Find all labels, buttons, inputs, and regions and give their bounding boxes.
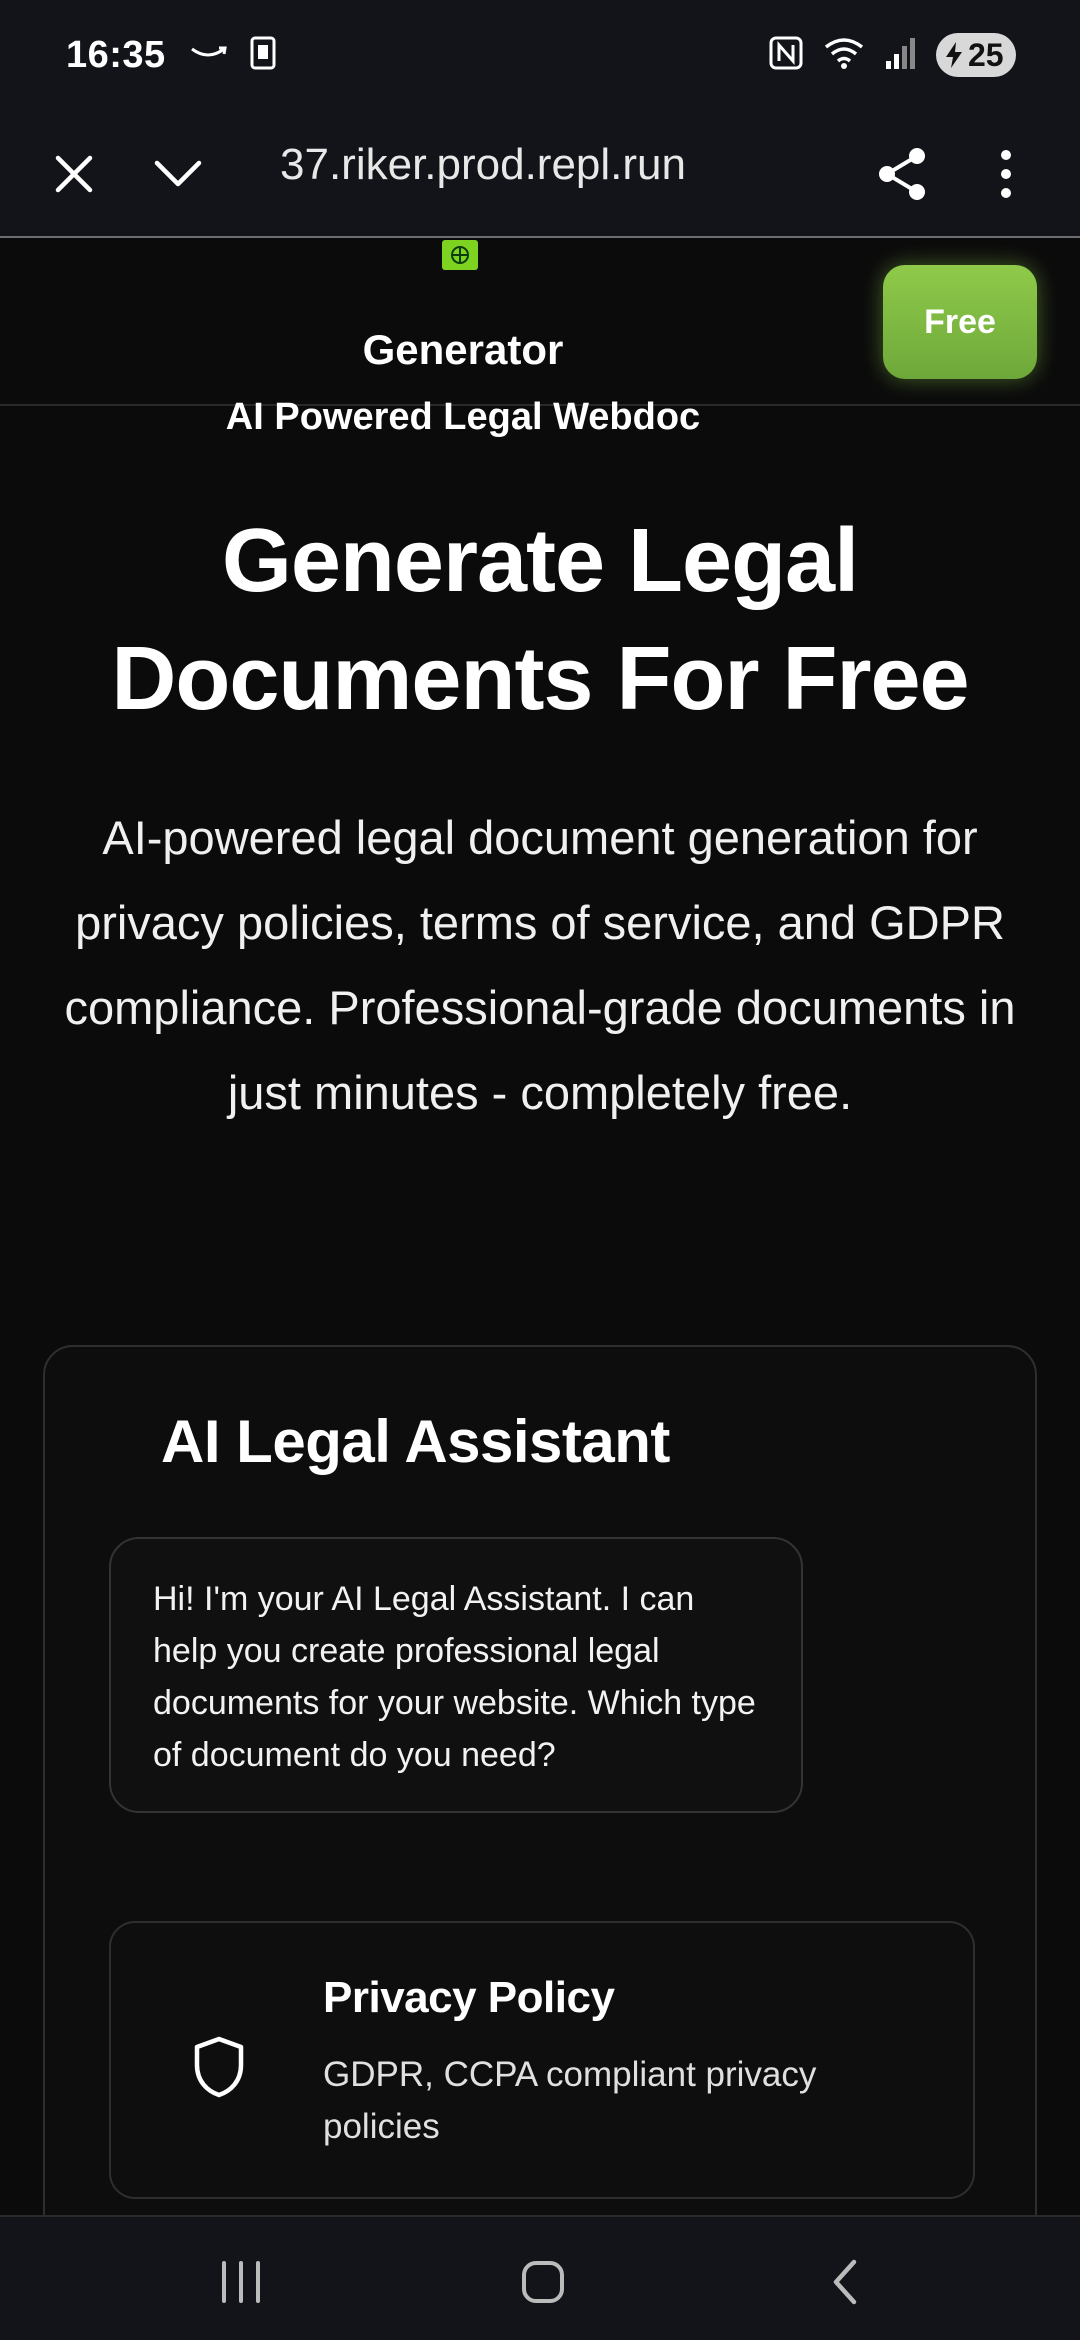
option-description: GDPR, CCPA compliant privacy policies bbox=[323, 2055, 817, 2146]
close-icon[interactable] bbox=[24, 124, 124, 224]
chevron-down-icon[interactable] bbox=[128, 124, 228, 224]
status-right: 25 bbox=[768, 33, 1016, 77]
home-icon[interactable] bbox=[498, 2237, 588, 2327]
shield-icon bbox=[191, 2035, 247, 2099]
status-time: 16:35 bbox=[66, 33, 166, 76]
hero-subtitle: AI-powered legal document generation for… bbox=[64, 811, 1016, 1119]
assistant-title: AI Legal Assistant bbox=[161, 1408, 670, 1475]
share-icon[interactable] bbox=[852, 124, 952, 224]
nfc-icon bbox=[768, 35, 804, 76]
amazon-icon bbox=[188, 41, 228, 70]
battery-level: 25 bbox=[968, 36, 1004, 73]
hero-title: Generate Legal Documents For Free bbox=[111, 511, 969, 729]
globe-icon[interactable] bbox=[442, 240, 478, 270]
status-left: 16:35 bbox=[66, 34, 276, 77]
screen: 16:35 25 37.riker.prod.repl.run Generato… bbox=[0, 0, 1080, 2340]
more-vertical-icon[interactable] bbox=[956, 124, 1056, 224]
site-header: Generator Free bbox=[0, 240, 1080, 406]
url-field[interactable]: 37.riker.prod.repl.run bbox=[280, 140, 686, 190]
kindle-icon bbox=[250, 36, 276, 75]
chat-message: Hi! I'm your AI Legal Assistant. I can h… bbox=[109, 1537, 803, 1813]
brand-tagline: AI Powered Legal Webdoc bbox=[225, 396, 701, 438]
free-button[interactable]: Free bbox=[883, 265, 1037, 379]
brand-name[interactable]: Generator bbox=[0, 326, 926, 374]
privacy-policy-option[interactable]: Privacy Policy GDPR, CCPA compliant priv… bbox=[109, 1921, 975, 2199]
recents-icon[interactable] bbox=[196, 2237, 286, 2327]
browser-toolbar: 37.riker.prod.repl.run bbox=[0, 110, 1080, 238]
option-title: Privacy Policy bbox=[323, 1973, 615, 2022]
battery-icon: 25 bbox=[936, 33, 1016, 77]
web-page: Generator Free AI Powered Legal Webdoc G… bbox=[0, 240, 1080, 2215]
assistant-card: AI Legal Assistant Hi! I'm your AI Legal… bbox=[43, 1345, 1037, 2215]
signal-icon bbox=[884, 35, 918, 76]
navigation-bar bbox=[0, 2215, 1080, 2340]
status-bar: 16:35 25 bbox=[0, 0, 1080, 110]
back-icon[interactable] bbox=[800, 2237, 890, 2327]
wifi-icon bbox=[822, 35, 866, 76]
